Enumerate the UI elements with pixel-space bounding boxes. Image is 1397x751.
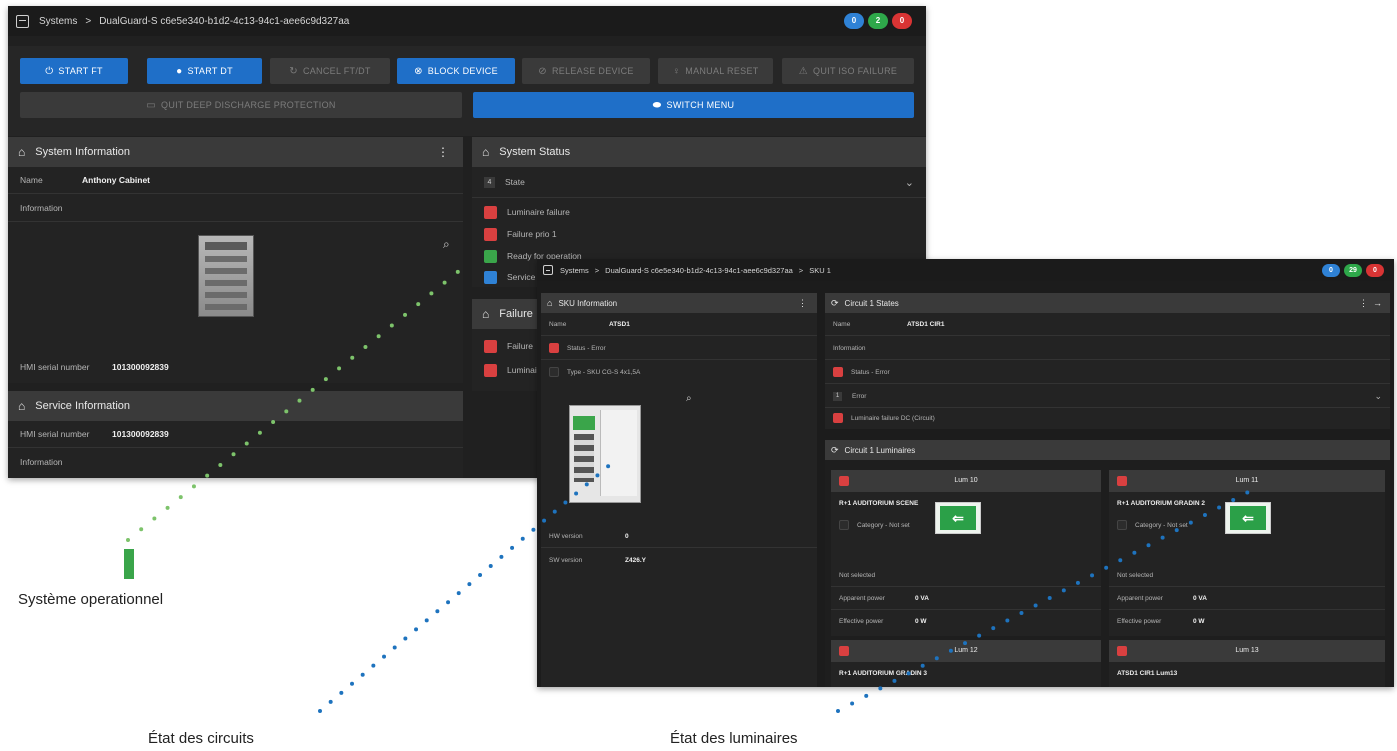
callout-marker-system [124, 549, 134, 579]
caption-circuits: État des circuits [148, 730, 254, 747]
callout-line-system [126, 260, 472, 542]
callout-line-circuits [318, 461, 614, 713]
callout-line-luminaires [836, 489, 1252, 713]
callout-lines [124, 260, 1252, 713]
caption-luminaires: État des luminaires [670, 730, 798, 747]
caption-system: Système operationnel [18, 591, 164, 608]
